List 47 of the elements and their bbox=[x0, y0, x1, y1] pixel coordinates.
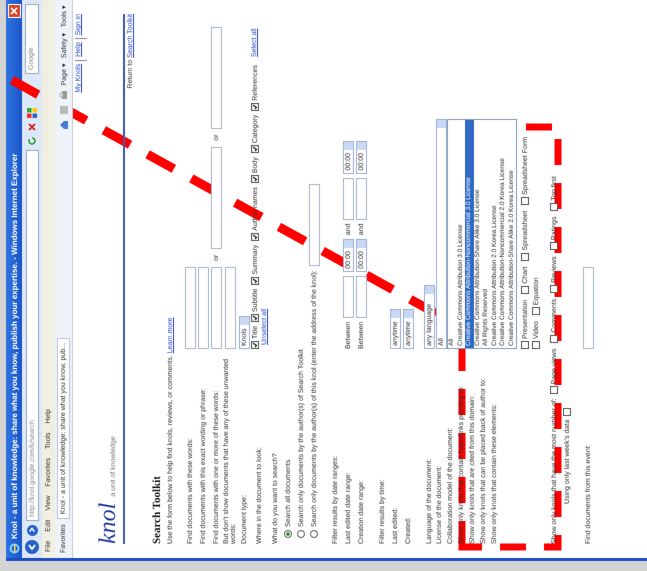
text-field[interactable] bbox=[210, 26, 222, 129]
back-button[interactable] bbox=[25, 540, 39, 554]
date-field[interactable] bbox=[342, 178, 354, 220]
search-engine-icon bbox=[27, 108, 37, 118]
checkbox[interactable] bbox=[251, 276, 259, 285]
text-field[interactable] bbox=[582, 267, 594, 349]
forward-button[interactable] bbox=[26, 525, 38, 536]
checkbox[interactable] bbox=[550, 334, 558, 343]
browser-icon bbox=[9, 543, 20, 554]
radio-button[interactable] bbox=[284, 530, 292, 538]
checkbox[interactable] bbox=[251, 232, 259, 241]
date-field[interactable] bbox=[356, 276, 366, 318]
checkbox[interactable] bbox=[532, 307, 540, 316]
checkbox[interactable] bbox=[550, 242, 558, 250]
checkbox[interactable] bbox=[251, 341, 259, 349]
text-field[interactable] bbox=[210, 267, 222, 349]
page-heading: Search Toolkit bbox=[151, 475, 164, 544]
checkbox[interactable] bbox=[550, 202, 558, 211]
stop-icon[interactable] bbox=[27, 122, 37, 132]
knol-logo[interactable]: knol bbox=[95, 502, 122, 544]
text-field[interactable] bbox=[224, 267, 236, 349]
refresh-icon[interactable] bbox=[27, 136, 37, 146]
checkbox[interactable] bbox=[521, 252, 529, 261]
text-field[interactable] bbox=[184, 267, 196, 349]
checkbox[interactable] bbox=[532, 341, 540, 349]
date-field[interactable] bbox=[342, 276, 354, 318]
checkbox[interactable] bbox=[251, 102, 259, 111]
print-icon[interactable] bbox=[58, 90, 68, 100]
checkbox[interactable] bbox=[521, 341, 529, 349]
checkbox[interactable] bbox=[521, 286, 529, 294]
checkbox[interactable] bbox=[251, 145, 259, 154]
checkbox[interactable] bbox=[251, 175, 259, 184]
text-field[interactable] bbox=[210, 146, 222, 249]
checkbox[interactable] bbox=[251, 314, 259, 322]
home-icon[interactable] bbox=[58, 120, 68, 130]
checkbox[interactable] bbox=[563, 408, 571, 416]
text-field[interactable] bbox=[308, 184, 320, 266]
text-field[interactable] bbox=[198, 267, 208, 349]
radio-button[interactable] bbox=[310, 530, 318, 538]
close-icon bbox=[10, 7, 18, 15]
close-button[interactable] bbox=[9, 4, 20, 18]
checkbox[interactable] bbox=[550, 284, 558, 293]
checkbox[interactable] bbox=[550, 386, 558, 394]
checkbox[interactable] bbox=[521, 196, 529, 205]
date-field[interactable] bbox=[356, 178, 366, 220]
radio-button[interactable] bbox=[297, 530, 305, 538]
window-title: Knol - a unit of knowledge: share what you know, publish your expertise. - Windows Internet Explorer bbox=[10, 154, 18, 539]
